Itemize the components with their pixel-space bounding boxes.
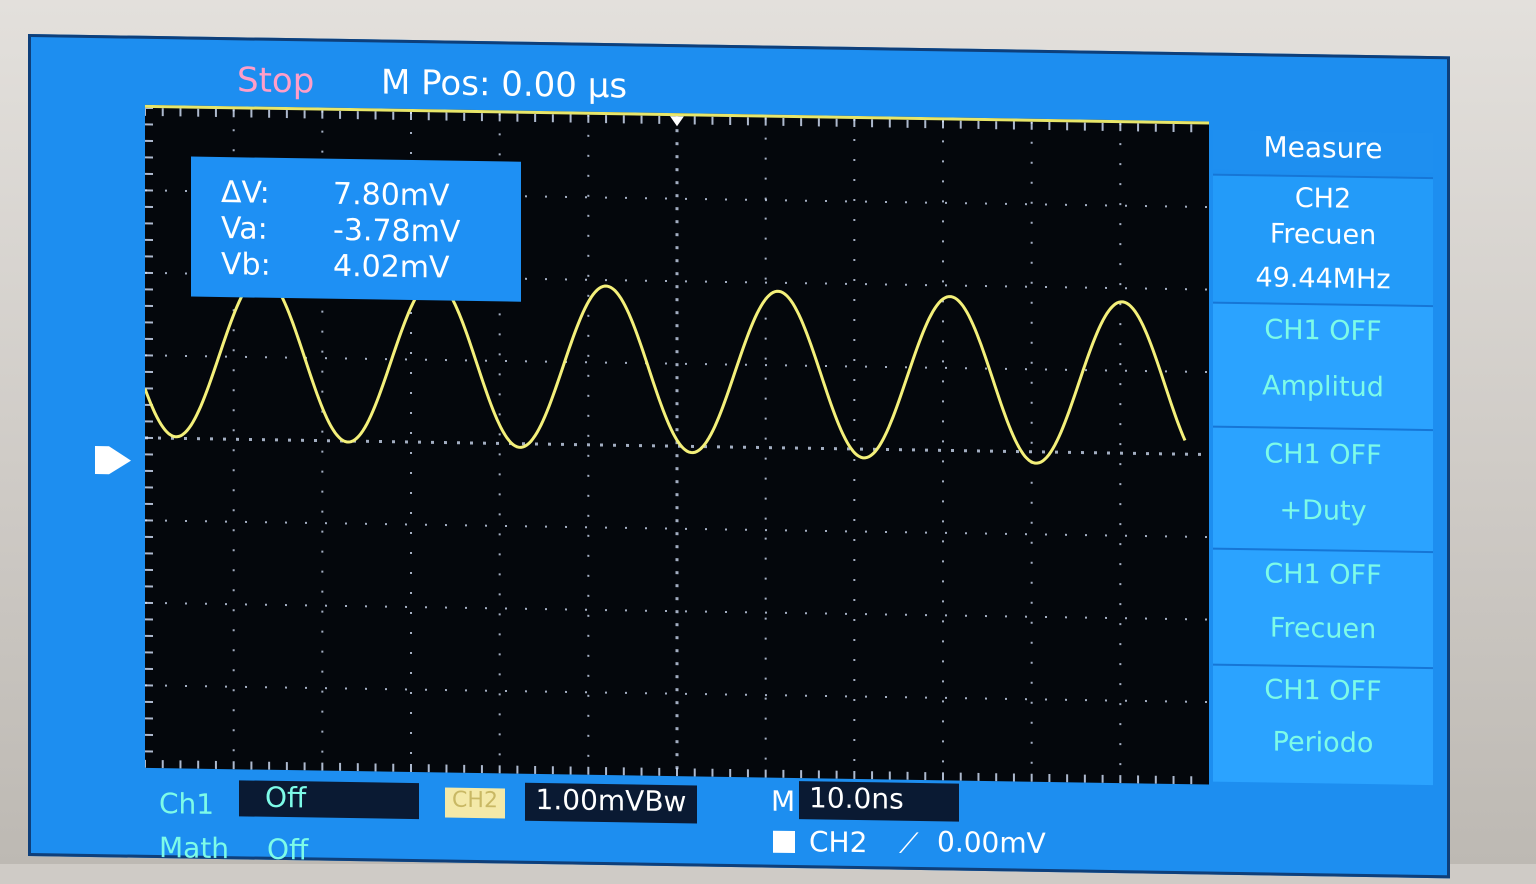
- grid-line-horizontal: [145, 684, 1209, 704]
- menu-item-type: Amplitud: [1262, 370, 1384, 404]
- menu-item-period[interactable]: CH1 OFF Periodo: [1213, 663, 1433, 786]
- mpos-label: M Pos:: [381, 62, 491, 105]
- menu-item-value: 49.44MHz: [1255, 262, 1391, 296]
- menu-item-duty[interactable]: CH1 OFF +Duty: [1213, 425, 1433, 554]
- menu-item-type: Periodo: [1272, 726, 1374, 760]
- math-state: Off: [267, 832, 309, 867]
- menu-title: Measure: [1213, 129, 1433, 174]
- menu-item-source: CH1 OFF: [1264, 674, 1382, 708]
- cursor-label: ΔV:: [221, 175, 270, 211]
- math-label: Math: [159, 831, 230, 866]
- cursor-row-delta: ΔV: 7.80mV: [221, 175, 450, 214]
- trigger-position-marker: [670, 116, 684, 127]
- waveform-display: ΔV: 7.80mV Va: -3.78mV Vb: 4.02mV: [145, 104, 1209, 785]
- menu-item-source: CH1 OFF: [1264, 558, 1382, 592]
- cursor-value: -3.78mV: [333, 212, 461, 250]
- channel-ground-marker[interactable]: [109, 446, 131, 475]
- menu-item-type: Frecuen: [1269, 612, 1377, 646]
- cursor-row-va: Va: -3.78mV: [221, 211, 460, 250]
- timebase-label: M: [771, 784, 796, 819]
- trigger-source: CH2: [809, 825, 868, 860]
- menu-item-type: +Duty: [1279, 494, 1367, 528]
- measure-menu: Measure CH2 Frecuen 49.44MHz CH1 OFF Amp…: [1213, 122, 1433, 786]
- menu-item-source: CH1 OFF: [1264, 314, 1382, 348]
- timebase-value: 10.0ns: [799, 781, 959, 822]
- menu-item-source: CH2: [1294, 182, 1352, 215]
- ch1-label: Ch1: [159, 787, 215, 821]
- cursor-value: 7.80mV: [333, 176, 450, 214]
- cursor-label: Vb:: [221, 247, 271, 283]
- ch1-state: Off: [239, 780, 419, 820]
- menu-item-source: CH1 OFF: [1264, 438, 1382, 472]
- trigger-level: 0.00mV: [937, 825, 1046, 860]
- oscilloscope-screen: Stop M Pos: 0.00 µs ΔV: 7.80mV Va: -3.78…: [28, 34, 1450, 879]
- menu-item-ch2-frequency[interactable]: CH2 Frecuen 49.44MHz: [1213, 173, 1433, 308]
- menu-item-amplitude[interactable]: CH1 OFF Amplitud: [1213, 301, 1433, 432]
- trigger-source-indicator: [773, 830, 795, 854]
- mpos-value: 0.00 µs: [501, 64, 628, 107]
- run-state: Stop: [237, 60, 315, 102]
- ch2-tag: CH2: [445, 787, 505, 819]
- menu-item-type: Frecuen: [1269, 218, 1377, 252]
- cursor-row-vb: Vb: 4.02mV: [221, 247, 450, 286]
- cursor-label: Va:: [221, 211, 268, 247]
- rising-edge-icon: ⟋: [899, 826, 919, 860]
- menu-item-frequency[interactable]: CH1 OFF Frecuen: [1213, 547, 1433, 670]
- cursor-readout-box: ΔV: 7.80mV Va: -3.78mV Vb: 4.02mV: [191, 156, 521, 302]
- m-position-readout: M Pos: 0.00 µs: [381, 63, 627, 107]
- ch2-scale: 1.00mVBw: [525, 782, 697, 824]
- ch2-waveform-trace: [145, 273, 1187, 465]
- cursor-value: 4.02mV: [333, 248, 450, 286]
